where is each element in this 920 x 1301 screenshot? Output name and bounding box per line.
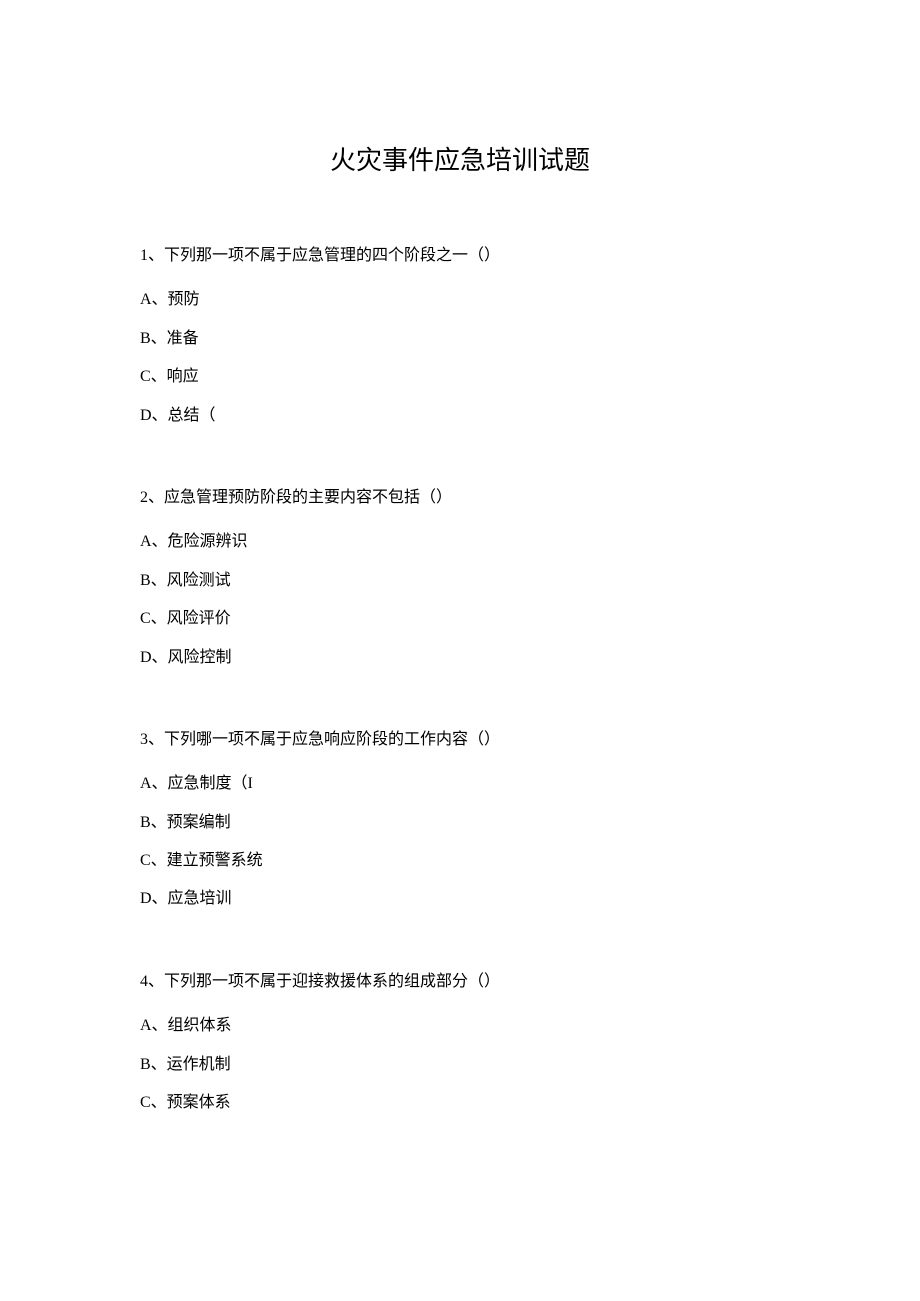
question-prompt: 3、下列哪一项不属于应急响应阶段的工作内容（） — [140, 721, 780, 759]
question-option: C、响应 — [140, 358, 780, 396]
question-option: C、风险评价 — [140, 600, 780, 638]
question-3: 3、下列哪一项不属于应急响应阶段的工作内容（） A、应急制度（I B、预案编制 … — [140, 721, 780, 919]
question-option: A、危险源辨识 — [140, 523, 780, 561]
question-option: A、应急制度（I — [140, 765, 780, 803]
question-option: B、运作机制 — [140, 1046, 780, 1084]
question-option: A、组织体系 — [140, 1007, 780, 1045]
question-option: C、建立预警系统 — [140, 842, 780, 880]
page-title: 火灾事件应急培训试题 — [140, 140, 780, 177]
question-option: A、预防 — [140, 281, 780, 319]
question-option: B、预案编制 — [140, 804, 780, 842]
question-4: 4、下列那一项不属于迎接救援体系的组成部分（） A、组织体系 B、运作机制 C、… — [140, 963, 780, 1123]
question-prompt: 2、应急管理预防阶段的主要内容不包括（） — [140, 479, 780, 517]
question-1: 1、下列那一项不属于应急管理的四个阶段之一（） A、预防 B、准备 C、响应 D… — [140, 237, 780, 435]
question-option: D、总结（ — [140, 397, 780, 435]
question-option: D、应急培训 — [140, 880, 780, 918]
question-2: 2、应急管理预防阶段的主要内容不包括（） A、危险源辨识 B、风险测试 C、风险… — [140, 479, 780, 677]
question-option: B、准备 — [140, 320, 780, 358]
question-prompt: 4、下列那一项不属于迎接救援体系的组成部分（） — [140, 963, 780, 1001]
question-option: B、风险测试 — [140, 562, 780, 600]
question-option: C、预案体系 — [140, 1084, 780, 1122]
question-option: D、风险控制 — [140, 639, 780, 677]
question-prompt: 1、下列那一项不属于应急管理的四个阶段之一（） — [140, 237, 780, 275]
